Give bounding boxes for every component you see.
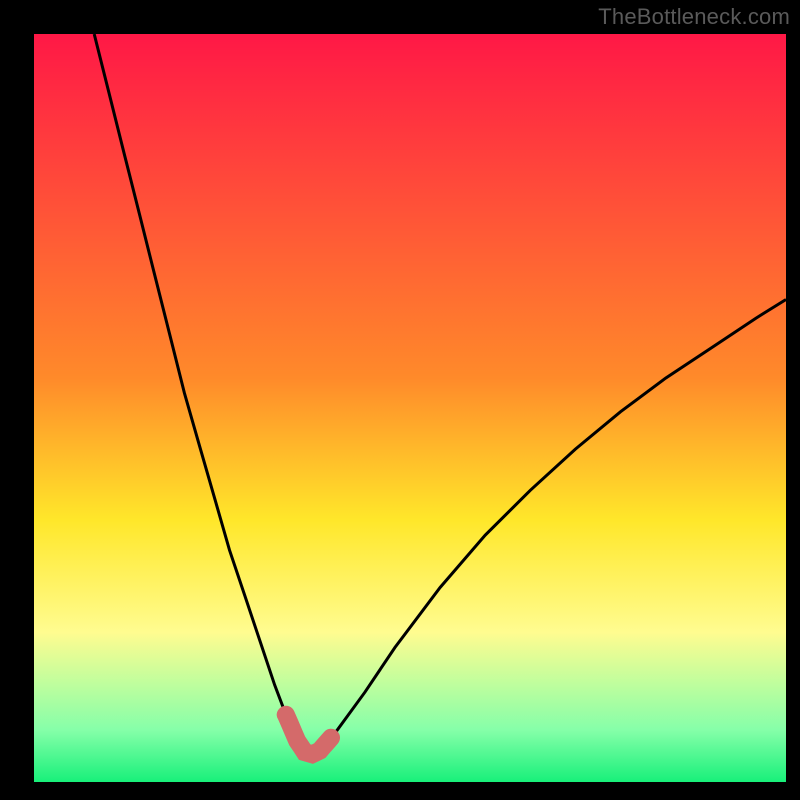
plot-gradient-background — [34, 34, 786, 782]
attribution-label: TheBottleneck.com — [598, 4, 790, 30]
bottleneck-chart — [0, 0, 800, 800]
chart-container: TheBottleneck.com — [0, 0, 800, 800]
optimal-marker-dot — [277, 708, 291, 722]
